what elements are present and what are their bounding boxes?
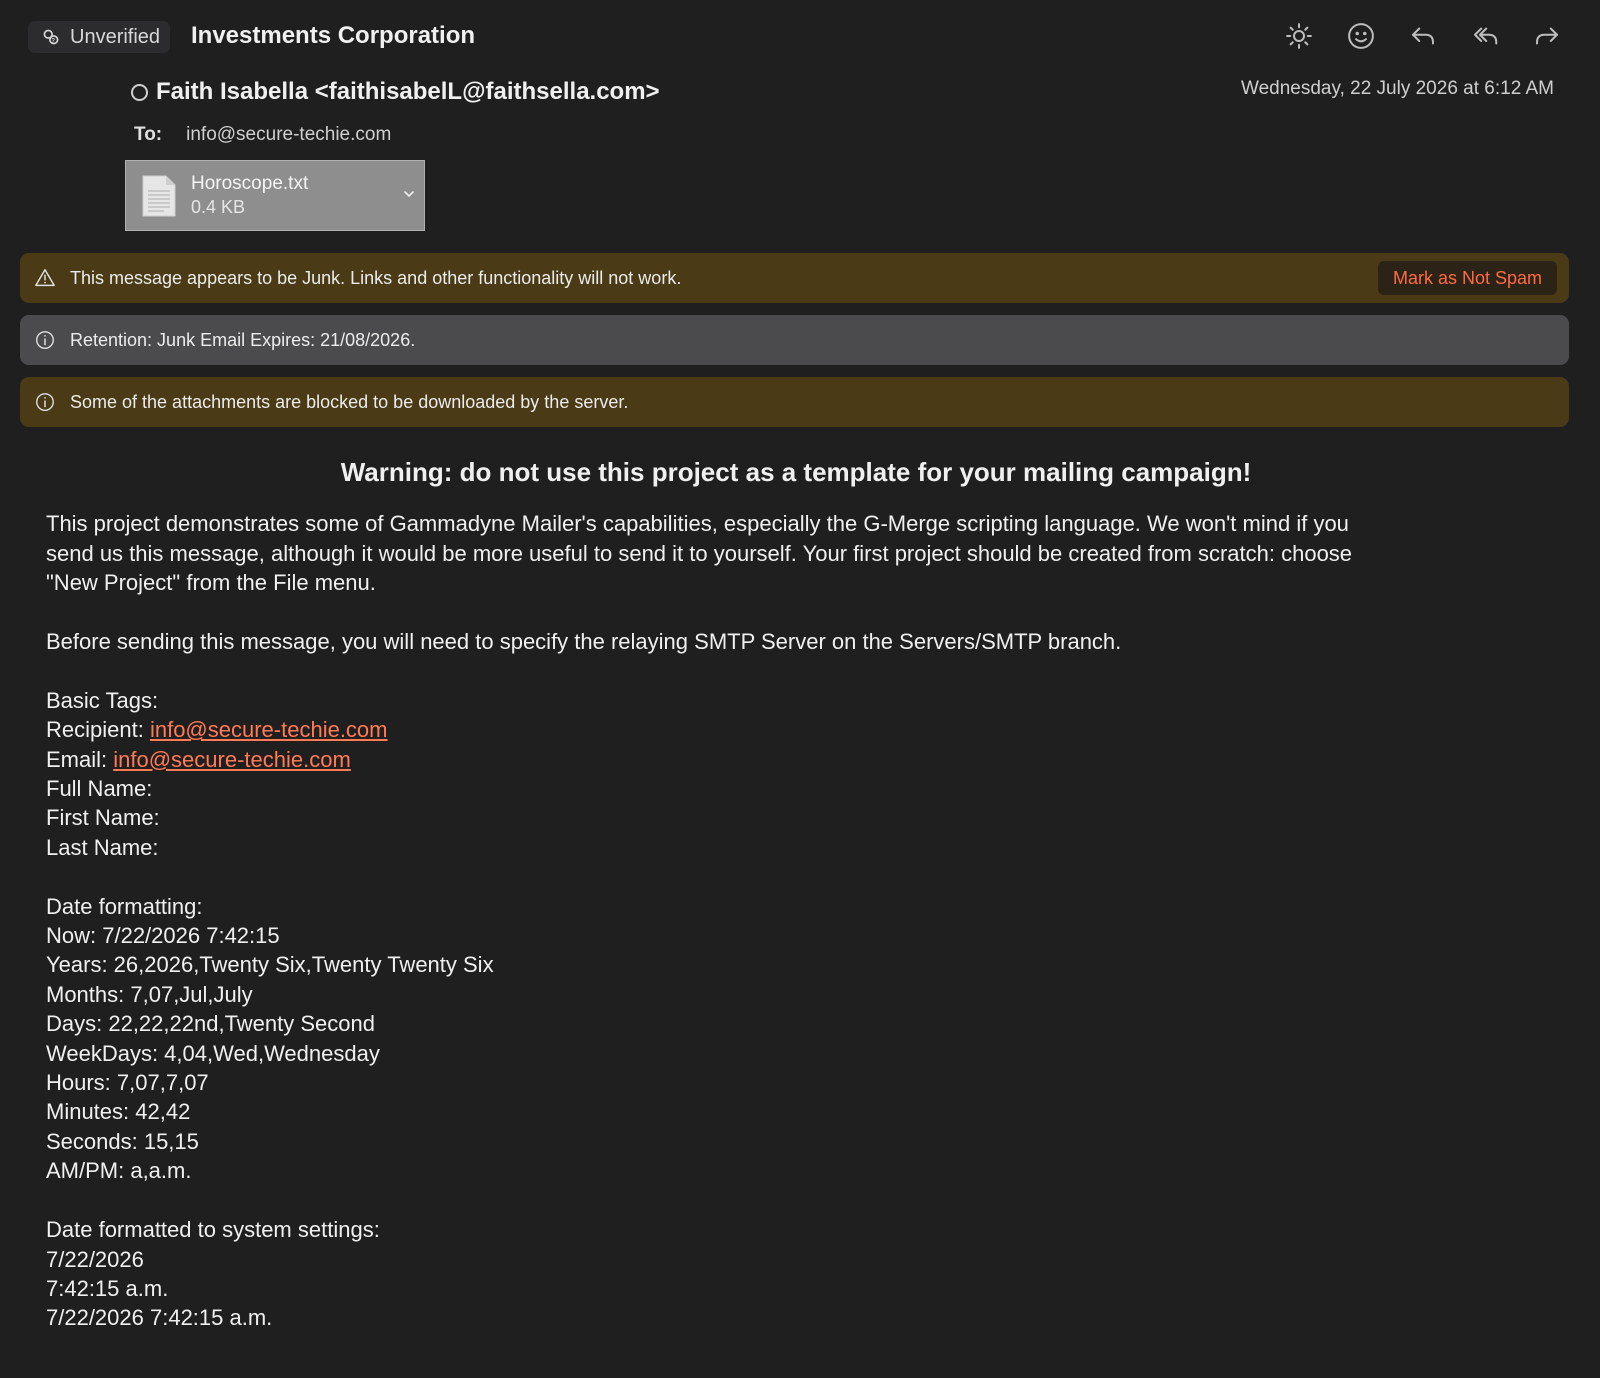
brightness-button[interactable]	[1282, 18, 1316, 54]
sender-row: Faith Isabella <faithisabelL@faithsella.…	[131, 78, 660, 106]
svg-text:?: ?	[51, 38, 55, 45]
message-subject: Investments Corporation	[191, 22, 476, 49]
chevron-down-icon[interactable]	[402, 187, 416, 201]
intro-line: send us this message, although it would …	[46, 540, 1353, 566]
mark-not-spam-button[interactable]: Mark as Not Spam	[1377, 261, 1557, 295]
brightness-icon	[1286, 23, 1312, 49]
attachment-name: Horoscope.txt	[191, 173, 309, 194]
date-line: AM/PM: a,a.m.	[46, 1158, 192, 1184]
date-line: Minutes: 42,42	[46, 1099, 191, 1125]
recipient-link[interactable]: info@secure-techie.com	[150, 717, 388, 742]
attachment-tile[interactable]: Horoscope.txt 0.4 KB	[125, 160, 425, 231]
email-link[interactable]: info@secure-techie.com	[113, 747, 351, 772]
message-body: Warning: do not use this project as a te…	[46, 457, 1546, 1333]
blocked-attachments-banner: Some of the attachments are blocked to b…	[20, 377, 1569, 427]
message-date: Wednesday, 22 July 2026 at 6:12 AM	[1241, 78, 1554, 99]
date-line: Years: 26,2026,Twenty Six,Twenty Twenty …	[46, 952, 494, 978]
recipient-line: Recipient: info@secure-techie.com	[46, 715, 1546, 744]
sender-name[interactable]: Faith Isabella <faithisabelL@faithsella.…	[156, 78, 660, 106]
message-toolbar	[1282, 18, 1564, 54]
text-file-icon	[142, 175, 176, 216]
warning-heading: Warning: do not use this project as a te…	[340, 457, 1252, 487]
intro-line: "New Project" from the File menu.	[46, 570, 376, 596]
emoji-icon	[1348, 23, 1374, 49]
blocked-banner-text: Some of the attachments are blocked to b…	[70, 391, 629, 412]
info-icon	[36, 331, 54, 349]
reply-button[interactable]	[1406, 18, 1440, 54]
to-label: To:	[134, 124, 163, 145]
system-date-line: 7/22/2026	[46, 1246, 144, 1272]
intro-line: This project demonstrates some of Gammad…	[46, 511, 1349, 537]
junk-banner-text: This message appears to be Junk. Links a…	[70, 267, 682, 288]
unverified-badge[interactable]: ? Unverified	[28, 21, 171, 53]
forward-button[interactable]	[1530, 18, 1564, 54]
retention-banner-text: Retention: Junk Email Expires: 21/08/202…	[70, 329, 416, 350]
recipient-row: To: info@secure-techie.com	[134, 124, 391, 146]
to-address[interactable]: info@secure-techie.com	[186, 124, 391, 146]
system-date-heading: Date formatted to system settings:	[46, 1217, 380, 1243]
date-formatting-heading: Date formatting:	[46, 893, 203, 919]
full-name-line: Full Name:	[46, 776, 153, 802]
attachment-info: Horoscope.txt 0.4 KB	[191, 173, 308, 218]
reply-icon	[1412, 27, 1434, 45]
first-name-line: First Name:	[46, 805, 160, 831]
unread-toggle[interactable]	[131, 83, 148, 101]
unverified-label: Unverified	[70, 25, 161, 48]
date-line: Days: 22,22,22nd,Twenty Second	[46, 1011, 375, 1037]
date-line: Months: 7,07,Jul,July	[46, 981, 253, 1007]
date-line: WeekDays: 4,04,Wed,Wednesday	[46, 1040, 380, 1066]
attachment-size: 0.4 KB	[191, 197, 246, 217]
last-name-line: Last Name:	[46, 834, 159, 860]
reply-all-icon	[1474, 27, 1498, 45]
system-date-line: 7:42:15 a.m.	[46, 1275, 169, 1301]
email-line: Email: info@secure-techie.com	[46, 745, 1546, 774]
date-line: Now: 7/22/2026 7:42:15	[46, 923, 280, 949]
message-header: ? Unverified Investments Corporation Fai…	[0, 0, 1600, 250]
unverified-icon: ?	[43, 29, 59, 45]
email-label: Email:	[46, 746, 114, 772]
smtp-note: Before sending this message, you will ne…	[46, 629, 1122, 655]
retention-banner: Retention: Junk Email Expires: 21/08/202…	[20, 315, 1569, 365]
junk-banner: This message appears to be Junk. Links a…	[20, 253, 1569, 303]
basic-tags-heading: Basic Tags:	[46, 687, 159, 713]
date-line: Seconds: 15,15	[46, 1128, 199, 1154]
forward-icon	[1536, 27, 1558, 45]
info-icon	[36, 393, 54, 411]
recipient-label: Recipient:	[46, 717, 150, 743]
warning-icon	[35, 269, 55, 287]
reply-all-button[interactable]	[1468, 18, 1502, 54]
system-date-line: 7/22/2026 7:42:15 a.m.	[46, 1305, 273, 1331]
date-line: Hours: 7,07,7,07	[46, 1070, 209, 1096]
reaction-button[interactable]	[1344, 18, 1378, 54]
